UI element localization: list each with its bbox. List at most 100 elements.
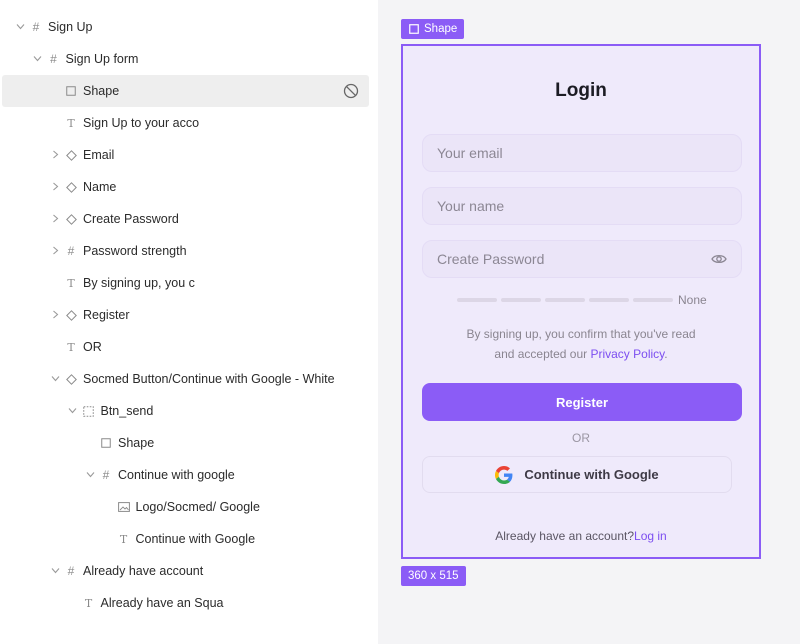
already-have-account: Already have an account?Log in	[403, 529, 759, 543]
password-field[interactable]: Create Password	[422, 240, 742, 278]
text-icon: T	[119, 532, 128, 546]
chevron-down-icon[interactable]	[14, 22, 26, 32]
google-logo-icon	[495, 465, 513, 484]
layer-name: Password strength	[83, 244, 187, 258]
layer-row[interactable]: # Already have account	[0, 555, 370, 587]
layer-row[interactable]: Email	[0, 139, 370, 171]
layer-name: Email	[83, 148, 115, 162]
image-icon	[116, 502, 132, 512]
layer-name: Already have account	[83, 564, 204, 578]
layer-name: Sign Up	[48, 20, 93, 34]
layer-name: Name	[83, 180, 117, 194]
frame-icon: #	[67, 244, 75, 258]
frame-icon: #	[102, 468, 110, 482]
login-title: Login	[555, 80, 607, 101]
layer-name: Shape	[83, 84, 120, 98]
component-icon	[63, 213, 79, 225]
layer-row[interactable]: Socmed Button/Continue with Google - Whi…	[0, 363, 370, 395]
layer-row[interactable]: T Continue with Google	[0, 523, 370, 555]
layer-row[interactable]: Name	[0, 171, 370, 203]
password-strength-meter	[457, 298, 673, 302]
layer-row[interactable]: Btn_send	[0, 395, 370, 427]
chevron-right-icon[interactable]	[49, 182, 61, 193]
layer-row[interactable]: # Continue with google	[0, 459, 370, 491]
component-icon	[63, 149, 79, 161]
text-icon: T	[67, 116, 75, 130]
name-field[interactable]: Your name	[422, 187, 742, 225]
login-frame[interactable]: Login Your email Your name Create Passwo…	[401, 44, 761, 559]
google-button-label: Continue with Google	[524, 467, 659, 482]
chevron-down-icon[interactable]	[49, 566, 61, 576]
frame-icon: #	[50, 52, 57, 66]
layer-name: Create Password	[83, 212, 179, 226]
layers-panel: # Sign Up # Sign Up form Shape T Sign Up to yo…	[0, 0, 378, 644]
strength-segment	[589, 298, 629, 302]
group-icon	[81, 405, 97, 417]
email-placeholder: Your email	[437, 145, 503, 161]
layer-name: Continue with Google	[135, 532, 256, 546]
terms-text: By signing up, you confirm that you've r…	[403, 324, 759, 364]
layer-row[interactable]: # Sign Up	[0, 11, 370, 43]
layer-row[interactable]: Shape	[2, 75, 369, 107]
strength-segment	[457, 298, 497, 302]
register-button[interactable]: Register	[422, 383, 742, 421]
layer-name: Shape	[118, 436, 155, 450]
terms-line-1: By signing up, you confirm that you've r…	[466, 327, 696, 341]
text-icon: T	[84, 596, 93, 610]
chevron-right-icon[interactable]	[49, 310, 61, 321]
chevron-right-icon[interactable]	[49, 246, 61, 257]
component-icon	[63, 181, 79, 193]
component-icon	[63, 309, 79, 321]
hide-layer-icon[interactable]	[341, 81, 361, 101]
rectangle-icon	[409, 24, 419, 34]
layer-row[interactable]: Create Password	[0, 203, 370, 235]
selection-label: Shape	[401, 19, 465, 39]
frame-icon: #	[32, 20, 40, 34]
strength-segment	[501, 298, 541, 302]
layer-row[interactable]: T OR	[0, 331, 370, 363]
layer-name: Continue with google	[118, 468, 235, 482]
layer-row[interactable]: T By signing up, you c	[0, 267, 370, 299]
layer-name: Sign Up to your acco	[83, 116, 200, 130]
eye-icon[interactable]	[711, 252, 727, 266]
privacy-policy-link[interactable]: Privacy Policy	[590, 347, 664, 361]
chevron-right-icon[interactable]	[49, 214, 61, 225]
layer-name: Sign Up form	[65, 52, 139, 66]
chevron-down-icon[interactable]	[84, 470, 96, 480]
layer-name: Btn_send	[100, 404, 154, 418]
terms-line-2: and accepted our Privacy Policy.	[403, 344, 759, 364]
size-label: 360 x 515	[401, 566, 466, 586]
layer-row[interactable]: Register	[0, 299, 370, 331]
frame-icon: #	[67, 564, 75, 578]
terms-prefix: and accepted our	[494, 347, 591, 361]
layer-row[interactable]: T Sign Up to your acco	[0, 107, 370, 139]
strength-label: None	[678, 293, 707, 307]
component-icon	[63, 373, 79, 385]
layer-name: Socmed Button/Continue with Google - Whi…	[83, 372, 335, 386]
or-divider: OR	[572, 431, 590, 445]
name-placeholder: Your name	[437, 198, 505, 214]
email-field[interactable]: Your email	[422, 134, 742, 172]
layer-row[interactable]: Logo/Socmed/ Google	[0, 491, 370, 523]
layer-row[interactable]: # Sign Up form	[0, 43, 370, 75]
layer-name: Logo/Socmed/ Google	[135, 500, 260, 514]
text-icon: T	[67, 340, 75, 354]
terms-suffix: .	[664, 347, 668, 361]
chevron-right-icon[interactable]	[49, 150, 61, 161]
log-in-link[interactable]: Log in	[634, 529, 667, 543]
chevron-down-icon[interactable]	[49, 374, 61, 384]
layer-name: Register	[83, 308, 130, 322]
rectangle-icon	[63, 86, 79, 96]
password-placeholder: Create Password	[437, 251, 545, 267]
rectangle-icon	[98, 438, 114, 448]
chevron-down-icon[interactable]	[67, 406, 79, 416]
chevron-down-icon[interactable]	[32, 54, 44, 64]
layer-name: OR	[83, 340, 102, 354]
layer-row[interactable]: T Already have an Squa	[0, 587, 370, 619]
strength-segment	[545, 298, 585, 302]
layer-name: By signing up, you c	[83, 276, 195, 290]
layer-row[interactable]: # Password strength	[0, 235, 370, 267]
continue-with-google-button[interactable]: Continue with Google	[422, 456, 732, 493]
layer-row[interactable]: Shape	[0, 427, 370, 459]
selection-label-text: Shape	[424, 23, 458, 35]
